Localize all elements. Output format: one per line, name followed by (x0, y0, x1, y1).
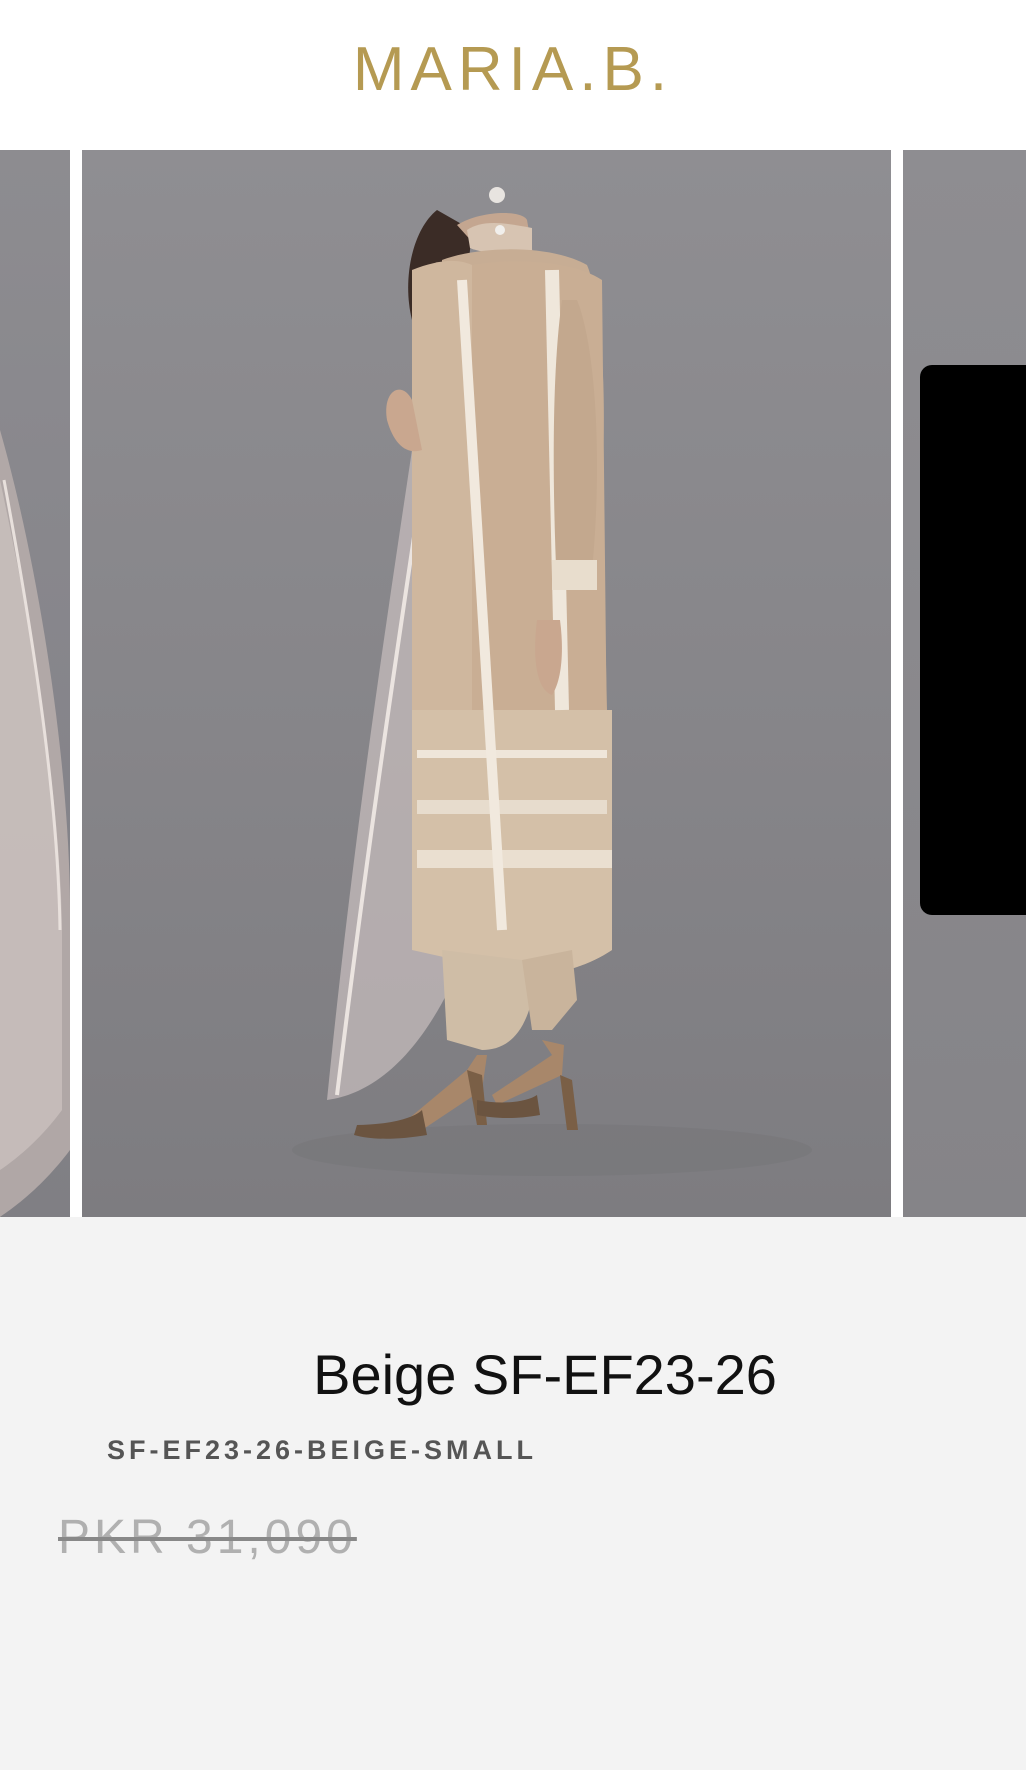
brand-logo[interactable]: MARIA.B. (0, 30, 1026, 110)
dupatta-fabric-illustration (0, 430, 70, 1217)
product-title: Beige SF-EF23-26 (313, 1343, 777, 1406)
video-overlay-panel[interactable] (920, 365, 1026, 915)
original-price: PKR 31,090 (58, 1511, 357, 1564)
product-page: MARIA.B. Beige SF-EF23-26 SF-EF23-26-BEI… (0, 0, 1026, 1770)
product-image-gallery[interactable] (0, 150, 1026, 1217)
previous-product-image[interactable] (0, 150, 70, 1217)
site-header: MARIA.B. (0, 0, 1026, 150)
main-product-image[interactable] (82, 150, 891, 1217)
model-wearing-beige-suit-illustration (292, 187, 812, 1176)
product-sku: SF-EF23-26-BEIGE-SMALL (107, 1435, 538, 1465)
product-info-section (0, 1217, 1026, 1770)
